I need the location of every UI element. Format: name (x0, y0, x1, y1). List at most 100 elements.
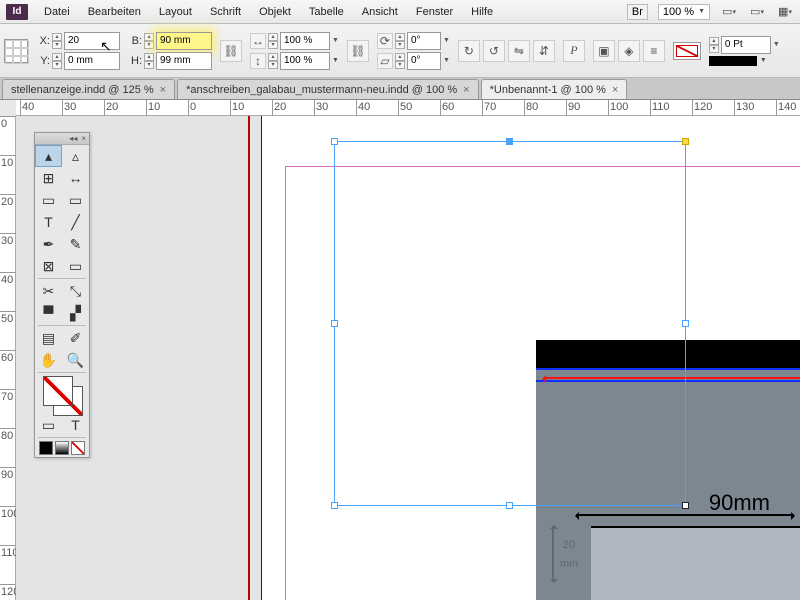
apply-gradient-swatch[interactable] (55, 441, 69, 455)
fill-swatch[interactable] (43, 376, 73, 406)
menu-tabelle[interactable]: Tabelle (301, 2, 352, 22)
bridge-button[interactable]: Br (627, 4, 648, 20)
dimension-h-label: 90mm (709, 490, 770, 516)
select-tool[interactable]: ▴ (35, 145, 62, 167)
free-transform-tool[interactable]: ⤡ (62, 280, 89, 302)
close-icon[interactable]: × (463, 84, 469, 96)
close-icon[interactable]: × (81, 134, 86, 143)
reference-point[interactable] (4, 39, 28, 63)
chevron-down-icon[interactable]: ▼ (332, 37, 339, 44)
selection-handle[interactable] (682, 320, 689, 327)
gradient-swatch-tool[interactable]: ▀ (35, 302, 62, 324)
x-field[interactable] (64, 32, 120, 50)
type-tool[interactable]: T (35, 211, 62, 233)
h-field[interactable] (156, 52, 212, 70)
shear-field[interactable] (407, 52, 441, 70)
flip-v-icon[interactable]: ⇵ (533, 40, 555, 62)
w-field[interactable] (156, 32, 212, 50)
selection-handle[interactable] (331, 502, 338, 509)
rotate-field[interactable] (407, 32, 441, 50)
tools-panel[interactable]: ◂◂× ▴▵ ⊞↔ ▭▭ T╱ ✒✎ ⊠▭ ✂⤡ ▀▞ ▤✐ ✋🔍 ▭T (34, 132, 90, 458)
zoom-tool[interactable]: 🔍 (62, 349, 89, 371)
menu-datei[interactable]: Datei (36, 2, 78, 22)
close-icon[interactable]: × (160, 84, 166, 96)
selection-box[interactable] (334, 141, 686, 506)
hand-tool[interactable]: ✋ (35, 349, 62, 371)
scale-y-field[interactable] (280, 52, 330, 70)
scissors-tool[interactable]: ✂ (35, 280, 62, 302)
flip-h-icon[interactable]: ⇋ (508, 40, 530, 62)
stroke-style-swatch[interactable] (709, 56, 757, 66)
shear-stepper[interactable]: ▴▾ (395, 53, 405, 69)
chevron-down-icon[interactable]: ▼ (760, 57, 767, 64)
chevron-down-icon[interactable]: ▼ (332, 57, 339, 64)
select-content-icon[interactable]: ◈ (618, 40, 640, 62)
direct-select-tool[interactable]: ▵ (62, 145, 89, 167)
gradient-feather-tool[interactable]: ▞ (62, 302, 89, 324)
constrain-wh-icon[interactable]: ⛓ (220, 40, 242, 62)
rotate-ccw-icon[interactable]: ↺ (483, 40, 505, 62)
rotate-cw-icon[interactable]: ↻ (458, 40, 480, 62)
document-tab[interactable]: *Unbenannt-1 @ 100 %× (481, 79, 628, 99)
content-placer-tool[interactable]: ▭ (62, 189, 89, 211)
document-tab[interactable]: stellenanzeige.indd @ 125 %× (2, 79, 175, 99)
align-icon[interactable]: ≡ (643, 40, 665, 62)
chevron-down-icon[interactable]: ▼ (443, 57, 450, 64)
content-collector-tool[interactable]: ▭ (35, 189, 62, 211)
select-container-icon[interactable]: ▣ (593, 40, 615, 62)
y-field[interactable] (64, 52, 120, 70)
w-stepper[interactable]: ▴▾ (144, 33, 154, 49)
menu-hilfe[interactable]: Hilfe (463, 2, 501, 22)
rectangle-frame-tool[interactable]: ⊠ (35, 255, 62, 277)
selection-handle[interactable] (331, 138, 338, 145)
menu-layout[interactable]: Layout (151, 2, 200, 22)
apply-none-swatch[interactable] (71, 441, 85, 455)
scale-y-stepper[interactable]: ▴▾ (268, 53, 278, 69)
selection-handle[interactable] (506, 502, 513, 509)
ruler-vertical[interactable]: 0102030405060708090100110120 (0, 116, 16, 600)
ruler-horizontal[interactable]: 4030201001020304050607080901001101201301… (16, 100, 800, 116)
x-stepper[interactable]: ▴▾ (52, 33, 62, 49)
note-tool[interactable]: ▤ (35, 327, 62, 349)
formatting-container-icon[interactable]: ▭ (35, 414, 62, 436)
stroke-weight-stepper[interactable]: ▴▾ (709, 37, 719, 53)
fill-swatch[interactable] (673, 42, 701, 60)
y-stepper[interactable]: ▴▾ (52, 53, 62, 69)
selection-handle[interactable] (506, 138, 513, 145)
pencil-tool[interactable]: ✎ (62, 233, 89, 255)
selection-handle[interactable] (682, 502, 689, 509)
menu-fenster[interactable]: Fenster (408, 2, 461, 22)
menu-objekt[interactable]: Objekt (251, 2, 299, 22)
selection-handle[interactable] (331, 320, 338, 327)
h-stepper[interactable]: ▴▾ (144, 53, 154, 69)
eyedropper-tool[interactable]: ✐ (62, 327, 89, 349)
selection-handle[interactable] (682, 138, 689, 145)
line-tool[interactable]: ╱ (62, 211, 89, 233)
stroke-weight-field[interactable] (721, 36, 771, 54)
screen-mode-icon[interactable]: ▭▾ (748, 4, 766, 20)
panel-header[interactable]: ◂◂ × (35, 133, 89, 145)
chevron-down-icon[interactable]: ▼ (773, 41, 780, 48)
page-tool[interactable]: ⊞ (35, 167, 62, 189)
scale-x-stepper[interactable]: ▴▾ (268, 33, 278, 49)
formatting-text-icon[interactable]: T (62, 414, 89, 436)
view-options-icon[interactable]: ▭▾ (720, 4, 738, 20)
paragraph-marker-icon[interactable]: P (563, 40, 585, 62)
rectangle-tool[interactable]: ▭ (62, 255, 89, 277)
arrange-documents-icon[interactable]: ▦▾ (776, 4, 794, 20)
chevron-down-icon[interactable]: ▼ (443, 37, 450, 44)
gap-tool[interactable]: ↔ (62, 167, 89, 189)
constrain-scale-icon[interactable]: ⛓ (347, 40, 369, 62)
menu-schrift[interactable]: Schrift (202, 2, 249, 22)
menu-ansicht[interactable]: Ansicht (354, 2, 406, 22)
zoom-level-combo[interactable]: 100 %▼ (658, 4, 710, 20)
scale-x-field[interactable] (280, 32, 330, 50)
collapse-icon[interactable]: ◂◂ (69, 134, 77, 143)
canvas[interactable]: 90mm 20mm (16, 116, 800, 600)
close-icon[interactable]: × (612, 84, 618, 96)
menu-bearbeiten[interactable]: Bearbeiten (80, 2, 149, 22)
rotate-stepper[interactable]: ▴▾ (395, 33, 405, 49)
pen-tool[interactable]: ✒ (35, 233, 62, 255)
document-tab[interactable]: *anschreiben_galabau_mustermann-neu.indd… (177, 79, 479, 99)
apply-color-swatch[interactable] (39, 441, 53, 455)
